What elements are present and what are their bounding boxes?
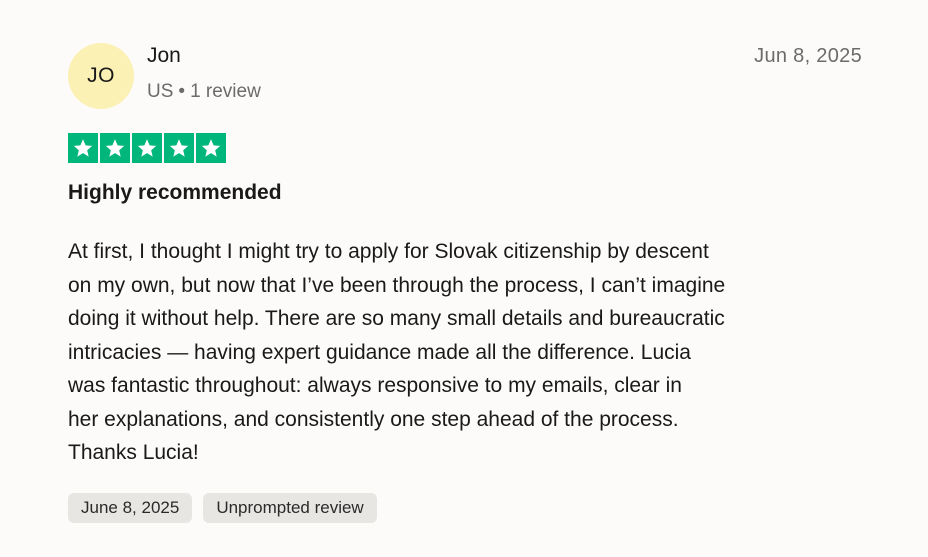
- star-icon: [164, 133, 194, 163]
- avatar[interactable]: JO: [68, 43, 134, 109]
- review-body-line: At first, I thought I might try to apply…: [68, 240, 709, 263]
- meta-separator: •: [178, 81, 186, 102]
- reviewer-country: US: [147, 81, 174, 102]
- star-icon: [68, 133, 98, 163]
- review-title[interactable]: Highly recommended: [68, 181, 282, 205]
- review-body-line: was fantastic throughout: always respons…: [68, 374, 682, 397]
- review-body-line: intricacies — having expert guidance mad…: [68, 340, 691, 364]
- avatar-initials: JO: [87, 64, 115, 87]
- review-body-line: her explanations, and consistently one s…: [68, 407, 679, 431]
- review-card: JO Jon US • 1 review Jun 8, 2025 Highly re…: [0, 0, 928, 557]
- review-body: At first, I thought I might try to apply…: [68, 235, 868, 470]
- review-body-line: doing it without help. There are so many…: [68, 307, 725, 330]
- review-body-line: on my own, but now that I’ve been throug…: [68, 273, 726, 297]
- unprompted-review-tag[interactable]: Unprompted review: [203, 493, 377, 523]
- review-date: Jun 8, 2025: [754, 45, 862, 67]
- reviewer-meta: US • 1 review: [147, 81, 261, 103]
- reviewer-review-count: 1 review: [190, 81, 261, 102]
- review-tags: June 8, 2025 Unprompted review: [68, 493, 377, 523]
- star-icon: [100, 133, 130, 163]
- date-of-experience-tag: June 8, 2025: [68, 493, 193, 523]
- reviewer-name[interactable]: Jon: [147, 44, 181, 68]
- star-rating: [68, 133, 226, 163]
- star-icon: [132, 133, 162, 163]
- star-icon: [196, 133, 226, 163]
- review-body-line: Thanks Lucia!: [68, 441, 199, 464]
